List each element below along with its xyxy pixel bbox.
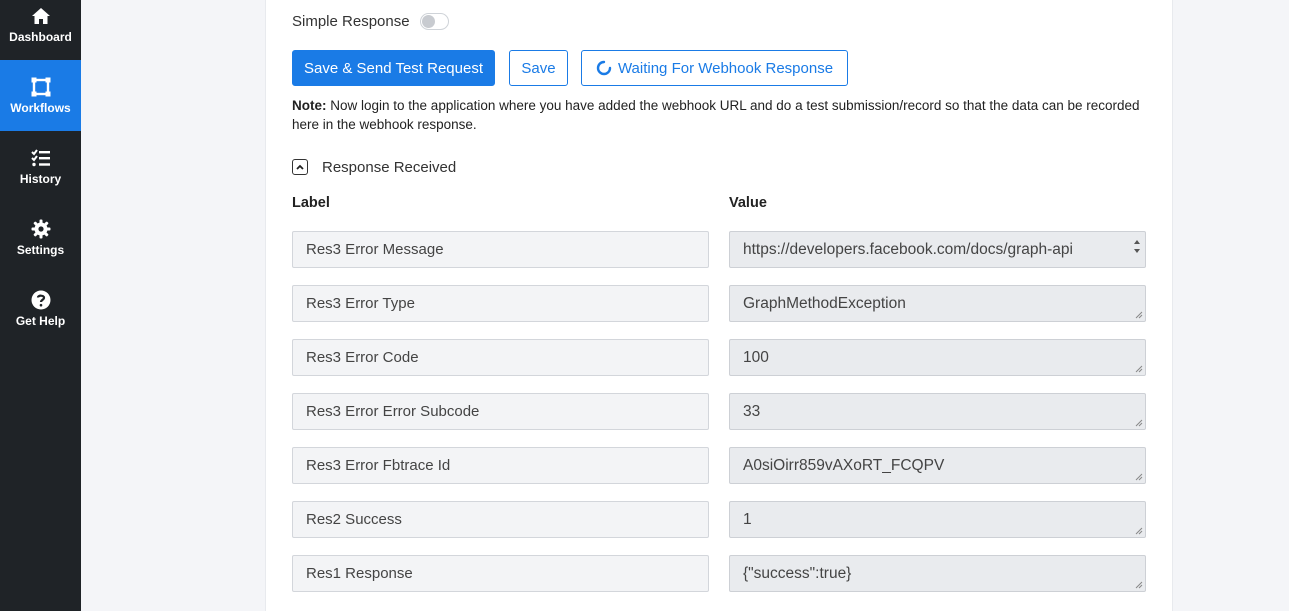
field-value-text: {"success":true} <box>743 564 852 582</box>
resize-handle-icon[interactable] <box>1135 527 1143 535</box>
workflow-icon <box>31 77 50 96</box>
field-label-input[interactable]: Res3 Error Message <box>292 231 709 268</box>
sidebar-item-workflows[interactable]: Workflows <box>0 60 81 131</box>
save-button[interactable]: Save <box>509 50 568 86</box>
field-value-textarea[interactable]: {"success":true} <box>729 555 1146 592</box>
sidebar-item-label: Workflows <box>10 100 71 115</box>
resize-handle-icon[interactable] <box>1135 419 1143 427</box>
chevron-up-icon <box>296 164 304 170</box>
toggle-knob <box>421 14 435 28</box>
collapse-toggle-button[interactable] <box>292 159 308 175</box>
field-value-text: 100 <box>743 348 769 366</box>
save-send-test-request-button[interactable]: Save & Send Test Request <box>292 50 495 86</box>
waiting-button-label: Waiting For Webhook Response <box>617 59 834 77</box>
sidebar-item-dashboard[interactable]: Dashboard <box>0 0 81 60</box>
field-label-input[interactable]: Res2 Success <box>292 501 709 538</box>
list-check-icon <box>30 148 50 166</box>
resize-handle-icon[interactable] <box>1135 581 1143 589</box>
note-text: Note: Now login to the application where… <box>292 96 1152 134</box>
sidebar-item-label: History <box>19 171 62 186</box>
response-received-header: Response Received <box>292 157 456 177</box>
response-received-title: Response Received <box>322 158 457 176</box>
table-row: Res1 Response {"success":true} <box>292 555 1146 592</box>
sidebar-item-settings[interactable]: Settings <box>0 202 81 273</box>
home-icon <box>31 7 50 24</box>
value-column-header: Value <box>729 195 767 211</box>
field-label-input[interactable]: Res3 Error Code <box>292 339 709 376</box>
main-panel: Simple Response Save & Send Test Request… <box>265 0 1173 611</box>
sidebar-item-label: Get Help <box>15 313 66 328</box>
field-value-textarea[interactable]: GraphMethodException <box>729 285 1146 322</box>
waiting-webhook-response-button[interactable]: Waiting For Webhook Response <box>581 50 848 86</box>
simple-response-label: Simple Response <box>292 12 410 30</box>
field-label-input[interactable]: Res3 Error Error Subcode <box>292 393 709 430</box>
field-value-textarea[interactable]: 33 <box>729 393 1146 430</box>
sidebar-item-get-help[interactable]: Get Help <box>0 273 81 344</box>
table-row: Res3 Error Error Subcode 33 <box>292 393 1146 430</box>
field-value-textarea[interactable]: 100 <box>729 339 1146 376</box>
field-value-text: GraphMethodException <box>743 294 906 312</box>
sidebar: Dashboard Workflows History Settings Get… <box>0 0 81 611</box>
field-value-textarea[interactable]: 1 <box>729 501 1146 538</box>
note-body: Now login to the application where you h… <box>292 98 1140 132</box>
field-value-text: A0siOirr859vAXoRT_FCQPV <box>743 456 945 474</box>
scroll-arrows-icon[interactable] <box>1132 235 1142 265</box>
note-prefix: Note: <box>292 98 327 113</box>
field-label-input[interactable]: Res3 Error Fbtrace Id <box>292 447 709 484</box>
gear-icon <box>31 219 50 238</box>
spinner-icon <box>596 60 612 76</box>
label-column-header: Label <box>292 195 330 211</box>
field-label-input[interactable]: Res1 Response <box>292 555 709 592</box>
resize-handle-icon[interactable] <box>1135 311 1143 319</box>
sidebar-item-label: Dashboard <box>9 29 72 44</box>
table-row: Res2 Success 1 <box>292 501 1146 538</box>
sidebar-item-history[interactable]: History <box>0 131 81 202</box>
field-value-text: 1 <box>743 510 752 528</box>
table-row: Res3 Error Code 100 <box>292 339 1146 376</box>
resize-handle-icon[interactable] <box>1135 365 1143 373</box>
field-value-textarea[interactable]: https://developers.facebook.com/docs/gra… <box>729 231 1146 268</box>
question-circle-icon <box>31 290 50 309</box>
table-row: Res3 Error Type GraphMethodException <box>292 285 1146 322</box>
resize-handle-icon[interactable] <box>1135 473 1143 481</box>
table-row: Res3 Error Message https://developers.fa… <box>292 231 1146 268</box>
field-value-text: https://developers.facebook.com/docs/gra… <box>743 240 1073 258</box>
simple-response-row: Simple Response <box>292 10 449 32</box>
field-label-input[interactable]: Res3 Error Type <box>292 285 709 322</box>
table-row: Res3 Error Fbtrace Id A0siOirr859vAXoRT_… <box>292 447 1146 484</box>
simple-response-toggle[interactable] <box>419 12 449 30</box>
field-value-textarea[interactable]: A0siOirr859vAXoRT_FCQPV <box>729 447 1146 484</box>
field-value-text: 33 <box>743 402 761 420</box>
sidebar-item-label: Settings <box>16 242 65 257</box>
